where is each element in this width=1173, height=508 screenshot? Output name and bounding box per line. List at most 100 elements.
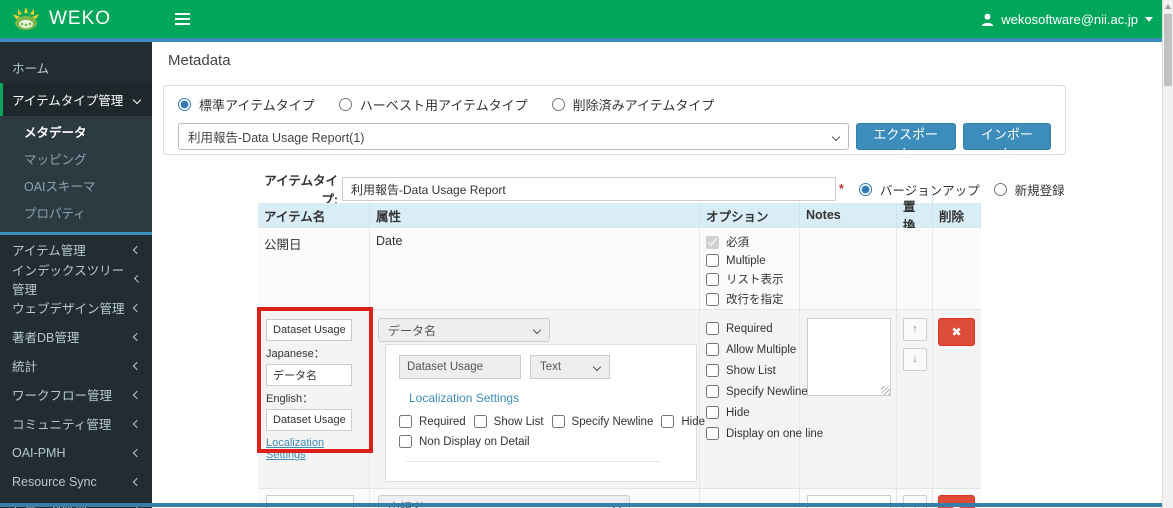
sidebar-item-community-mgmt[interactable]: コミュニティ管理 (0, 409, 152, 438)
multiple-checkbox[interactable] (706, 254, 719, 267)
radio-standard-input[interactable] (178, 98, 191, 111)
specify-newline-checkbox-row[interactable]: 改行を指定 (706, 291, 793, 307)
attribute-dropdown[interactable]: データ名 (378, 318, 550, 342)
header-notes: Notes (800, 204, 897, 226)
radio-deleted-itemtype[interactable]: 削除済みアイテムタイプ (551, 95, 715, 114)
brand-title: WEKO (49, 8, 112, 29)
move-up-button[interactable]: ↑ (903, 318, 927, 341)
delete-row-button[interactable]: ✖ (938, 318, 975, 346)
sub-specify-newline-checkbox[interactable] (551, 415, 565, 428)
move-down-button[interactable]: ↓ (903, 348, 927, 371)
sub-show-list-row[interactable]: Show List (473, 415, 544, 428)
resize-grip-icon[interactable] (881, 386, 890, 395)
chevron-down-icon (592, 362, 602, 372)
sidebar-toggle-button[interactable] (164, 0, 200, 38)
brand: WEKO (0, 0, 152, 38)
radio-register-input[interactable] (993, 182, 1007, 196)
sidebar-subitem-mapping[interactable]: マッピング (0, 145, 152, 172)
sub-hide-row[interactable]: Hide (661, 415, 705, 428)
sidebar-item-label: コミュニティ管理 (12, 418, 112, 432)
sub-checkbox-row-2: Non Display on Detail (399, 435, 530, 453)
allow-multiple-checkbox[interactable] (706, 343, 719, 356)
required-checkbox-row[interactable]: Required (706, 322, 793, 335)
required-asterisk: * (839, 182, 844, 196)
chevron-left-icon (132, 332, 142, 341)
sidebar-item-resource-sync[interactable]: Resource Sync (0, 467, 152, 496)
show-list-checkbox-row[interactable]: Show List (706, 364, 793, 377)
sub-specify-newline-row[interactable]: Specify Newline (551, 415, 653, 428)
sidebar-item-index-tree-mgmt[interactable]: インデックスツリー管理 (0, 264, 152, 297)
export-button[interactable]: エクスポート (855, 123, 956, 161)
options-cell: Required Allow Multiple Show List Specif… (700, 310, 823, 488)
scrollbar-up-arrow-icon[interactable] (1165, 4, 1171, 9)
sidebar-item-home[interactable]: ホーム (0, 51, 152, 83)
scrollbar-thumb[interactable] (1164, 14, 1172, 86)
itemtype-dropdown[interactable]: 利用報告-Data Usage Report(1) (178, 123, 849, 150)
display-one-line-checkbox-row[interactable]: Display on one line (706, 427, 823, 440)
input-type-value: Text (540, 361, 562, 373)
display-one-line-checkbox[interactable] (706, 427, 719, 440)
table-row-publish-date: 公開日 Date 必須 Multiple リスト表示 改行を指定 (258, 228, 981, 324)
japanese-name-input[interactable] (266, 364, 352, 386)
sidebar-item-oai-pmh[interactable]: OAI-PMH (0, 438, 152, 467)
radio-harvest-input[interactable] (338, 98, 352, 111)
itemtype-name-input[interactable] (342, 177, 836, 201)
delete-cell: ✖ (933, 310, 981, 488)
chevron-down-icon (532, 325, 542, 335)
multiple-checkbox-row[interactable]: Multiple (706, 254, 793, 267)
sub-name-input[interactable] (399, 355, 521, 379)
attribute-cell: データ名 Text Localization Settings (370, 310, 705, 488)
delete-cell (933, 228, 981, 309)
radio-label: ハーベスト用アイテムタイプ (359, 98, 528, 113)
radio-upgrade-input[interactable] (858, 182, 872, 196)
notes-cell (800, 310, 897, 488)
radio-deleted-input[interactable] (551, 98, 565, 111)
sidebar-item-label: ワークフロー管理 (12, 389, 113, 403)
checkbox-label: Non Display on Detail (419, 435, 530, 448)
show-list-checkbox[interactable] (706, 364, 719, 377)
sidebar-item-itemtype-mgmt[interactable]: アイテムタイプ管理 (0, 83, 152, 116)
show-list-checkbox[interactable] (706, 272, 719, 286)
allow-multiple-checkbox-row[interactable]: Allow Multiple (706, 343, 797, 356)
sidebar-item-statistics[interactable]: 統計 (0, 351, 152, 380)
english-label: English： (266, 393, 314, 405)
sub-show-list-checkbox[interactable] (473, 415, 487, 428)
specify-newline-checkbox-row[interactable]: Specify Newline (706, 385, 808, 398)
sub-non-display-checkbox[interactable] (399, 435, 412, 448)
localization-settings-link[interactable]: Localization Settings (266, 437, 361, 461)
sub-non-display-row[interactable]: Non Display on Detail (399, 435, 530, 448)
radio-new-register[interactable]: 新規登録 (993, 180, 1065, 199)
sub-localization-settings-link[interactable]: Localization Settings (409, 391, 519, 405)
hide-checkbox-row[interactable]: Hide (706, 406, 793, 419)
metadata-table: アイテム名 属性 オプション Notes 置換 削除 公開日 Date 必須 M… (258, 192, 981, 508)
notes-textarea[interactable] (807, 318, 891, 396)
sidebar-item-author-db-mgmt[interactable]: 著者DB管理 (0, 322, 152, 351)
english-name-input[interactable] (266, 409, 352, 431)
import-button[interactable]: インポート (962, 123, 1051, 161)
chevron-left-icon (132, 303, 142, 312)
specify-newline-checkbox[interactable] (706, 385, 719, 398)
user-menu[interactable]: wekosoftware@nii.ac.jp (981, 0, 1153, 38)
radio-label: 削除済みアイテムタイプ (572, 98, 715, 113)
hide-checkbox[interactable] (706, 406, 719, 419)
sidebar-item-workflow-mgmt[interactable]: ワークフロー管理 (0, 380, 152, 409)
item-name-cell: 公開日 (258, 228, 370, 309)
radio-standard-itemtype[interactable]: 標準アイテムタイプ (178, 95, 315, 114)
checkbox-label: Allow Multiple (726, 343, 797, 356)
sidebar-item-label: OAI-PMH (12, 445, 66, 460)
specify-newline-checkbox[interactable] (706, 292, 719, 306)
sidebar-subitem-property[interactable]: プロパティ (0, 199, 152, 226)
item-name-input[interactable] (266, 319, 352, 341)
sub-required-checkbox[interactable] (399, 415, 412, 428)
input-type-dropdown[interactable]: Text (530, 355, 610, 379)
vertical-scrollbar[interactable] (1162, 0, 1173, 508)
show-list-checkbox-row[interactable]: リスト表示 (706, 271, 793, 287)
sidebar-subitem-metadata[interactable]: メタデータ (0, 118, 152, 145)
sidebar-subitem-oai-schema[interactable]: OAIスキーマ (0, 172, 152, 199)
required-checkbox[interactable] (706, 322, 719, 335)
checkbox-label: 改行を指定 (726, 294, 784, 306)
radio-harvest-itemtype[interactable]: ハーベスト用アイテムタイプ (338, 95, 528, 114)
sub-required-row[interactable]: Required (399, 415, 466, 428)
sub-hide-checkbox[interactable] (661, 415, 675, 428)
required-checkbox (706, 235, 719, 249)
